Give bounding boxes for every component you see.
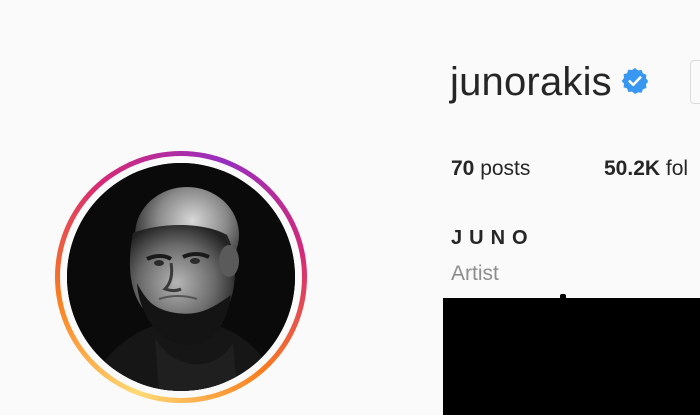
followers-count-label: fol: [665, 157, 689, 180]
profile-category: Artist: [451, 262, 499, 285]
posts-count-value: 70: [451, 157, 475, 180]
avatar[interactable]: [67, 163, 295, 391]
followers-count[interactable]: 50.2K fol: [604, 157, 688, 181]
posts-count-label: posts: [480, 157, 531, 180]
profile-full-name: JUNO: [451, 227, 535, 249]
verified-badge-icon: [621, 68, 649, 94]
story-ring[interactable]: [55, 151, 307, 403]
follow-button[interactable]: [690, 60, 700, 104]
redacted-bio-block: [443, 298, 700, 415]
avatar-portrait-image: [67, 163, 295, 391]
followers-count-value: 50.2K: [604, 157, 661, 180]
profile-username: junorakis: [450, 60, 612, 104]
posts-count[interactable]: 70 posts: [451, 157, 530, 181]
